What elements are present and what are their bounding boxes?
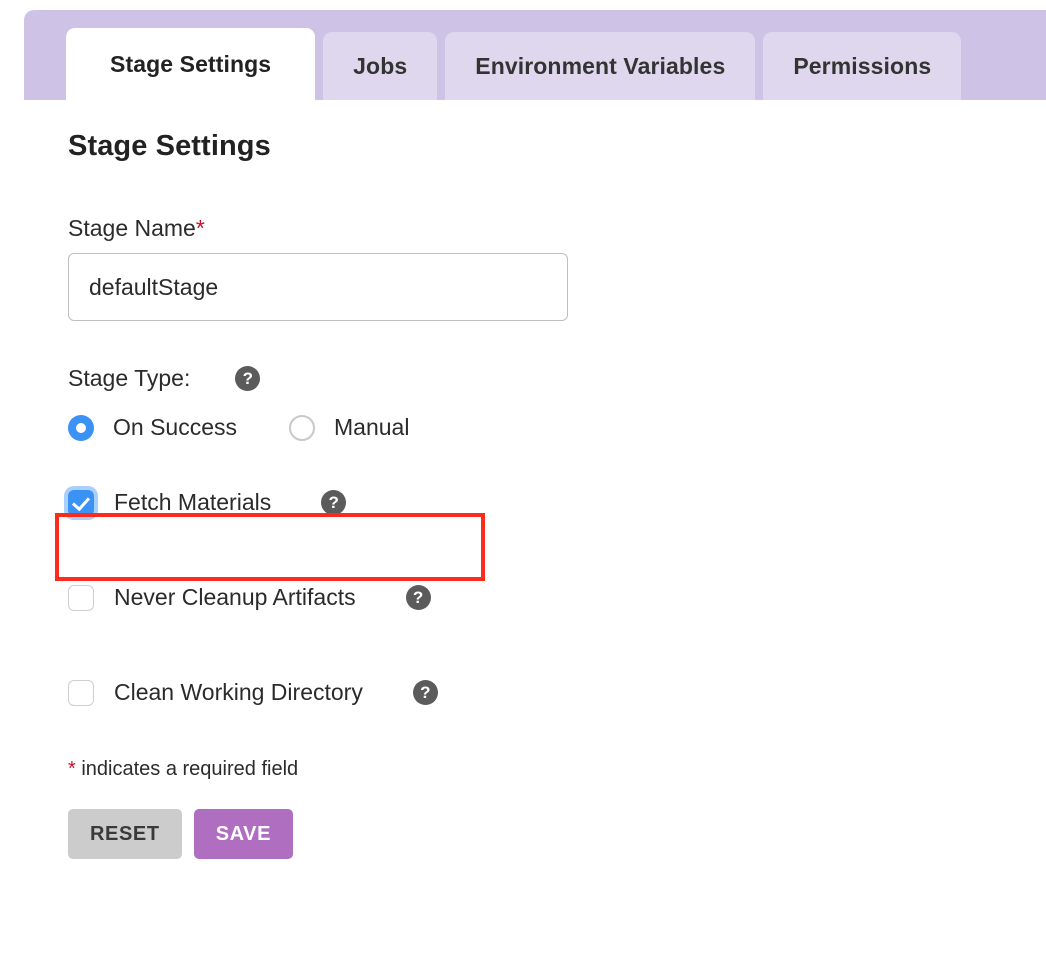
clean-working-directory-row: Clean Working Directory ? [68,679,1046,706]
tab-label: Stage Settings [110,50,272,77]
fetch-materials-checkbox[interactable] [68,489,94,516]
stage-type-row: Stage Type: ? [68,365,1046,392]
save-button[interactable]: SAVE [193,809,294,859]
tab-stage-settings[interactable]: Stage Settings [66,28,316,100]
never-cleanup-artifacts-checkbox[interactable] [68,584,94,611]
fetch-materials-help-icon[interactable]: ? [321,490,347,515]
page-title: Stage Settings [68,130,271,162]
never-cleanup-artifacts-label[interactable]: Never Cleanup Artifacts [114,584,356,611]
required-asterisk: * [195,215,205,241]
never-cleanup-artifacts-row: Never Cleanup Artifacts ? [68,584,1046,611]
stage-type-label: Stage Type: [68,365,191,391]
tab-jobs[interactable]: Jobs [323,32,438,100]
tab-environment-variables[interactable]: Environment Variables [445,32,756,100]
clean-working-directory-label[interactable]: Clean Working Directory [114,679,363,706]
tab-label: Permissions [793,52,932,79]
tab-label: Environment Variables [475,52,726,79]
radio-manual[interactable] [289,414,315,441]
required-note-asterisk: * [68,758,76,780]
radio-on-success[interactable] [68,414,94,441]
required-field-note: * indicates a required field [68,758,1046,781]
stage-type-help-icon[interactable]: ? [235,366,261,391]
radio-manual-label[interactable]: Manual [334,414,409,441]
tab-permissions[interactable]: Permissions [763,32,962,100]
tab-label: Jobs [353,52,408,79]
fetch-materials-row: Fetch Materials ? [68,489,1046,516]
fetch-materials-label[interactable]: Fetch Materials [114,489,271,516]
stage-name-label-text: Stage Name [68,215,196,241]
never-cleanup-artifacts-help-icon[interactable]: ? [405,585,431,610]
clean-working-directory-help-icon[interactable]: ? [412,680,438,705]
stage-settings-panel: Stage Settings Stage Name* Stage Type: ?… [0,100,1046,980]
clean-working-directory-checkbox[interactable] [68,679,94,706]
tab-bar: Stage Settings Jobs Environment Variable… [24,10,1046,100]
required-note-text: indicates a required field [75,758,299,780]
stage-type-options: On Success Manual [68,414,1046,441]
stage-name-input[interactable] [68,253,568,321]
form-actions: RESET SAVE [68,809,1046,859]
radio-on-success-label[interactable]: On Success [113,414,237,441]
stage-name-label: Stage Name* [68,215,1046,242]
reset-button[interactable]: RESET [68,809,182,859]
